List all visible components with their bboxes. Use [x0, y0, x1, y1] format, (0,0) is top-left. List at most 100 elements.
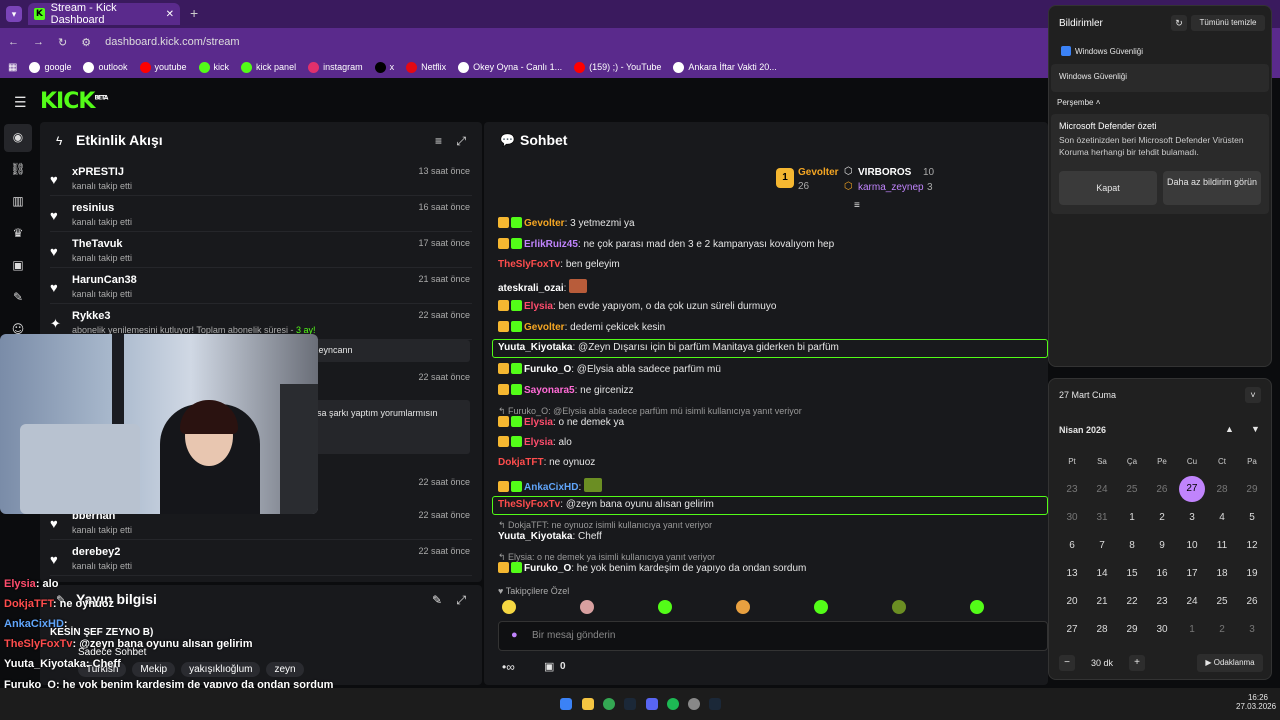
popout-icon[interactable]: ⤢: [456, 134, 466, 149]
emote-icon[interactable]: [892, 600, 906, 614]
back-icon[interactable]: ←: [8, 36, 19, 48]
clear-all-button[interactable]: Tümünü temizle: [1191, 15, 1265, 31]
calendar-day[interactable]: 29: [1117, 624, 1147, 635]
tag-chip[interactable]: Mekip: [132, 662, 176, 677]
emote-icon[interactable]: [580, 600, 594, 614]
calendar-day[interactable]: 10: [1177, 540, 1207, 551]
notif-group[interactable]: Windows Güvenliği: [1059, 72, 1127, 81]
activity-item[interactable]: ♥ HarunCan38 kanalı takip etti 21 saat önce: [50, 270, 472, 304]
notif-day[interactable]: Perşembe ˄: [1057, 98, 1100, 107]
chat-message[interactable]: Furuko_O: @Elysia abla sadece parfüm mü: [498, 363, 721, 375]
calendar-day[interactable]: 20: [1057, 596, 1087, 607]
leader-name[interactable]: karma_zeynep: [858, 182, 924, 193]
bookmark-item[interactable]: kick: [198, 61, 229, 73]
chat-message[interactable]: Yuuta_Kiyotaka: @Zeyn Dışarısı için bi p…: [498, 342, 839, 353]
bookmark-item[interactable]: kick panel: [241, 61, 296, 73]
emote-icon[interactable]: [502, 600, 516, 614]
chat-username[interactable]: Yuuta_Kiyotaka: [498, 531, 572, 542]
chat-message[interactable]: DokjaTFT: ne oynuoz: [498, 457, 595, 468]
link-icon[interactable]: ⛓: [10, 162, 26, 178]
chat-message[interactable]: Sayonara5: ne gircenizz: [498, 384, 634, 396]
chat-message[interactable]: ErlikRuiz45: ne çok parası mad den 3 e 2…: [498, 238, 834, 250]
collapse-icon[interactable]: ˅: [1245, 387, 1261, 403]
chat-username[interactable]: Sayonara5: [524, 385, 575, 396]
calendar-day[interactable]: 31: [1087, 512, 1117, 523]
stream-icon[interactable]: ◉: [10, 130, 26, 146]
site-info-icon[interactable]: ⚙: [81, 36, 91, 49]
chat-username[interactable]: TheSlyFoxTv: [498, 499, 560, 510]
chat-username[interactable]: Elysia: [524, 301, 553, 312]
chat-username[interactable]: Elysia: [524, 417, 553, 428]
chat-username[interactable]: AnkaCixHD: [524, 482, 578, 493]
tag-chip[interactable]: zeyn: [266, 662, 304, 677]
popout-icon[interactable]: ⤢: [456, 593, 466, 608]
leader-name[interactable]: Gevolter: [798, 167, 839, 178]
forward-icon[interactable]: →: [33, 36, 44, 48]
wrench-icon[interactable]: ✎: [10, 290, 26, 306]
chat-username[interactable]: ateskrali_ozai: [498, 283, 564, 294]
calendar-day[interactable]: 26: [1147, 484, 1177, 495]
bookmark-item[interactable]: youtube: [139, 61, 187, 73]
calendar-day[interactable]: 6: [1057, 540, 1087, 551]
bookmark-item[interactable]: outlook: [83, 61, 128, 73]
calendar-day[interactable]: 26: [1237, 596, 1267, 607]
calendar-day[interactable]: 28: [1087, 624, 1117, 635]
calendar-day[interactable]: 9: [1147, 540, 1177, 551]
calendar-day[interactable]: 30: [1057, 512, 1087, 523]
chat-message[interactable]: TheSlyFoxTv: ben geleyim: [498, 259, 620, 270]
calendar-day[interactable]: 14: [1087, 568, 1117, 579]
calendar-day[interactable]: 1: [1177, 624, 1207, 635]
emote-icon[interactable]: [814, 600, 828, 614]
emote-icon[interactable]: [970, 600, 984, 614]
chat-message[interactable]: Gevolter: dedemi çekicek kesin: [498, 321, 665, 333]
leader-name[interactable]: VIRBOROS: [858, 167, 911, 178]
edit-icon[interactable]: ✎: [432, 593, 442, 607]
focus-button[interactable]: ▶ Odaklanma: [1197, 654, 1263, 672]
chrome-icon[interactable]: [603, 698, 615, 710]
close-tab-icon[interactable]: ✕: [166, 9, 174, 20]
chat-message[interactable]: TheSlyFoxTv: @zeyn bana oyunu alısan gel…: [498, 499, 714, 510]
calendar-day[interactable]: 1: [1117, 512, 1147, 523]
chat-message[interactable]: Gevolter: 3 yetmezmi ya: [498, 217, 635, 229]
kick-logo[interactable]: KICKBETA: [40, 89, 108, 114]
discord-icon[interactable]: [646, 698, 658, 710]
activity-item[interactable]: ♥ xPRESTIJ kanalı takip etti 13 saat önce: [50, 162, 472, 196]
chat-username[interactable]: Furuko_O: [524, 364, 571, 375]
chat-username[interactable]: ErlikRuiz45: [524, 239, 578, 250]
calendar-day[interactable]: 4: [1207, 512, 1237, 523]
expand-icon[interactable]: ≡: [854, 200, 860, 211]
analytics-icon[interactable]: ▥: [10, 194, 26, 210]
bookmark-item[interactable]: x: [374, 61, 394, 73]
calendar-day[interactable]: 3: [1237, 624, 1267, 635]
calendar-day[interactable]: 2: [1147, 512, 1177, 523]
spotify-icon[interactable]: [667, 698, 679, 710]
chat-message[interactable]: Elysia: o ne demek ya: [498, 416, 624, 428]
calendar-day[interactable]: 27: [1057, 624, 1087, 635]
app-icon[interactable]: [688, 698, 700, 710]
calendar-day[interactable]: 23: [1057, 484, 1087, 495]
activity-item[interactable]: ♥ derebey2 kanalı takip etti 22 saat önce: [50, 542, 472, 576]
chat-username[interactable]: Furuko_O: [524, 563, 571, 574]
chat-message[interactable]: Furuko_O: he yok benim kardeşim de yapıy…: [498, 562, 806, 574]
video-icon[interactable]: ▣: [10, 258, 26, 274]
bookmark-item[interactable]: instagram: [308, 61, 363, 73]
calendar-day[interactable]: 29: [1237, 484, 1267, 495]
calendar-day[interactable]: 5: [1237, 512, 1267, 523]
chat-message[interactable]: AnkaCixHD:: [498, 478, 604, 493]
chat-message[interactable]: Yuuta_Kiyotaka: Cheff: [498, 531, 602, 542]
close-notif-button[interactable]: Kapat: [1059, 171, 1157, 205]
start-icon[interactable]: [560, 698, 572, 710]
steam-icon[interactable]: [709, 698, 721, 710]
calendar-day[interactable]: 7: [1087, 540, 1117, 551]
reload-icon[interactable]: ↻: [58, 36, 67, 49]
chat-username[interactable]: Yuuta_Kiyotaka: [498, 342, 572, 353]
chat-username[interactable]: Gevolter: [524, 322, 565, 333]
chat-message[interactable]: ateskrali_ozai:: [498, 279, 589, 294]
bookmark-item[interactable]: google: [29, 61, 71, 73]
calendar-day[interactable]: 15: [1117, 568, 1147, 579]
tab-search-icon[interactable]: ▾: [6, 6, 22, 22]
next-month-icon[interactable]: ▼: [1251, 424, 1260, 434]
snooze-icon[interactable]: ↻: [1171, 15, 1187, 31]
calendar-day[interactable]: 21: [1087, 596, 1117, 607]
calendar-day[interactable]: 27: [1179, 476, 1205, 502]
